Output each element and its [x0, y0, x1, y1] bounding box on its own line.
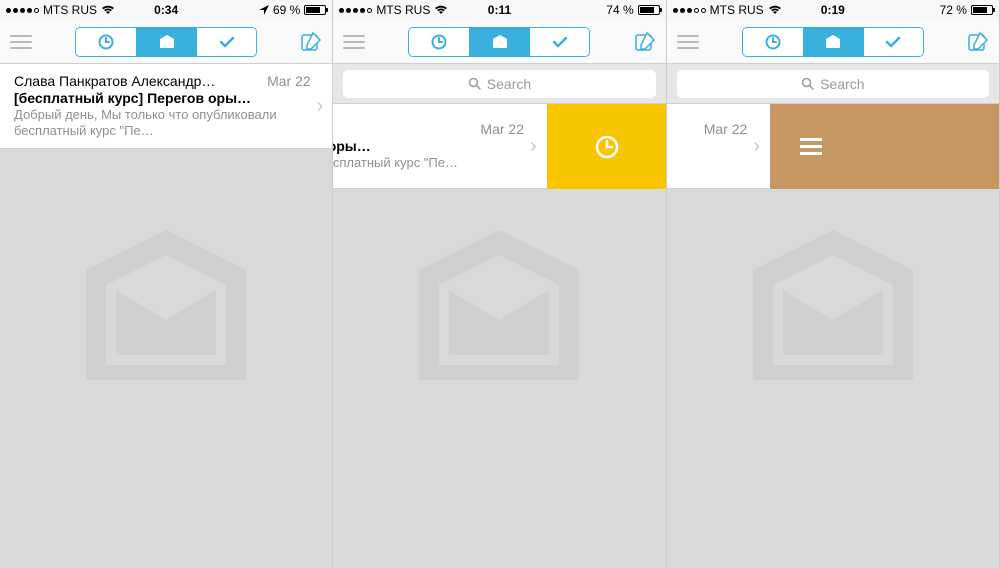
- toolbar: [333, 20, 665, 64]
- message-sender: [667, 121, 696, 137]
- message-subject: курс] Перегов оры…: [333, 138, 524, 154]
- compose-button[interactable]: [634, 31, 656, 53]
- message-sender: ов Александр…: [333, 121, 472, 137]
- search-placeholder: Search: [820, 76, 864, 92]
- message-date: Mar 22: [259, 73, 311, 89]
- signal-dots: [673, 8, 706, 13]
- wifi-icon: [101, 5, 115, 15]
- mailbox-watermark: [56, 230, 276, 410]
- folder-segmented-control[interactable]: [742, 27, 924, 57]
- seg-inbox[interactable]: [136, 28, 196, 56]
- status-bar: MTS RUS 0:19 72 %: [667, 0, 999, 20]
- search-icon: [468, 77, 481, 90]
- screen-1: MTS RUS 0:34 69 %: [0, 0, 333, 568]
- battery-pct: 69 %: [273, 3, 300, 17]
- chevron-right-icon: ›: [530, 135, 547, 158]
- seg-later[interactable]: [409, 28, 469, 56]
- clock: 0:34: [154, 3, 178, 17]
- message-sender: Слава Панкратов Александр…: [14, 73, 259, 89]
- screen-2: MTS RUS 0:11 74 %: [333, 0, 666, 568]
- menu-button[interactable]: [343, 35, 365, 49]
- clock: 0:11: [488, 3, 511, 17]
- seg-later[interactable]: [743, 28, 803, 56]
- compose-button[interactable]: [300, 31, 322, 53]
- search-placeholder: Search: [487, 76, 531, 92]
- mailbox-watermark: [389, 230, 609, 410]
- wifi-icon: [434, 5, 448, 15]
- clock: 0:19: [821, 3, 845, 17]
- message-preview: "Пе…: [667, 155, 748, 171]
- battery-pct: 72 %: [940, 3, 967, 17]
- message-row-container: Mar 22 ры… "Пе… ›: [667, 104, 1000, 189]
- wifi-icon: [768, 5, 782, 15]
- seg-inbox[interactable]: [469, 28, 529, 56]
- message-row[interactable]: Слава Панкратов Александр… Mar 22 [беспл…: [0, 64, 333, 149]
- chevron-right-icon: ›: [317, 95, 334, 118]
- folder-segmented-control[interactable]: [408, 27, 590, 57]
- message-row-container: Слава Панкратов Александр… Mar 22 [беспл…: [0, 64, 333, 149]
- battery-icon: [638, 5, 660, 15]
- carrier-label: MTS RUS: [376, 3, 430, 17]
- battery-pct: 74 %: [606, 3, 633, 17]
- seg-archive[interactable]: [529, 28, 589, 56]
- menu-button[interactable]: [10, 35, 32, 49]
- clock-icon: [431, 34, 447, 50]
- signal-dots: [339, 8, 372, 13]
- mailbox-icon: [491, 35, 509, 49]
- message-subject: ры…: [667, 138, 748, 154]
- check-icon: [219, 36, 235, 48]
- menu-button[interactable]: [677, 35, 699, 49]
- status-bar: MTS RUS 0:34 69 %: [0, 0, 332, 20]
- status-bar: MTS RUS 0:11 74 %: [333, 0, 665, 20]
- seg-archive[interactable]: [863, 28, 923, 56]
- list-icon: [800, 138, 822, 156]
- chevron-right-icon: ›: [753, 135, 770, 158]
- check-icon: [552, 36, 568, 48]
- clock-icon: [98, 34, 114, 50]
- swipe-action-list[interactable]: [770, 104, 1000, 189]
- folder-segmented-control[interactable]: [75, 27, 257, 57]
- check-icon: [885, 36, 901, 48]
- message-preview: Добрый день, Мы только что опубликовали …: [14, 107, 311, 139]
- search-bar[interactable]: Search: [333, 64, 665, 104]
- message-date: Mar 22: [696, 121, 748, 137]
- search-icon: [801, 77, 814, 90]
- message-row[interactable]: Mar 22 ры… "Пе… ›: [667, 104, 770, 189]
- message-date: Mar 22: [472, 121, 524, 137]
- toolbar: [0, 20, 332, 64]
- seg-later[interactable]: [76, 28, 136, 56]
- seg-inbox[interactable]: [803, 28, 863, 56]
- carrier-label: MTS RUS: [710, 3, 764, 17]
- battery-icon: [971, 5, 993, 15]
- clock-icon: [594, 134, 620, 160]
- mailbox-watermark: [723, 230, 943, 410]
- mailbox-icon: [158, 35, 176, 49]
- message-row-container: ов Александр… Mar 22 курс] Перегов оры… …: [333, 104, 666, 189]
- location-icon: [259, 5, 269, 15]
- signal-dots: [6, 8, 39, 13]
- message-subject: [бесплатный курс] Перегов оры…: [14, 90, 311, 106]
- toolbar: [667, 20, 999, 64]
- search-bar[interactable]: Search: [667, 64, 999, 104]
- swipe-action-snooze[interactable]: [547, 104, 667, 189]
- mailbox-icon: [824, 35, 842, 49]
- message-row[interactable]: ов Александр… Mar 22 курс] Перегов оры… …: [333, 104, 546, 189]
- compose-button[interactable]: [967, 31, 989, 53]
- screen-3: MTS RUS 0:19 72 %: [667, 0, 1000, 568]
- carrier-label: MTS RUS: [43, 3, 97, 17]
- message-preview: Мы только что бесплатный курс "Пе…: [333, 155, 524, 171]
- battery-icon: [304, 5, 326, 15]
- seg-archive[interactable]: [196, 28, 256, 56]
- clock-icon: [765, 34, 781, 50]
